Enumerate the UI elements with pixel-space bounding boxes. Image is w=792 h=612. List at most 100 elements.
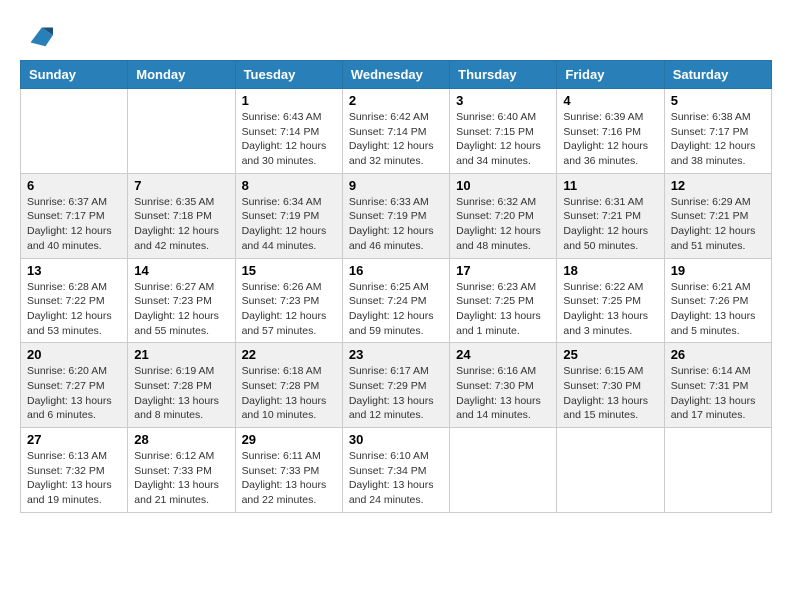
day-number: 16	[349, 263, 443, 278]
day-number: 9	[349, 178, 443, 193]
day-info: Sunrise: 6:17 AM Sunset: 7:29 PM Dayligh…	[349, 364, 443, 423]
day-number: 30	[349, 432, 443, 447]
header-monday: Monday	[128, 61, 235, 89]
day-info: Sunrise: 6:15 AM Sunset: 7:30 PM Dayligh…	[563, 364, 657, 423]
day-info: Sunrise: 6:20 AM Sunset: 7:27 PM Dayligh…	[27, 364, 121, 423]
header-friday: Friday	[557, 61, 664, 89]
calendar-cell	[450, 428, 557, 513]
calendar-cell: 2 Sunrise: 6:42 AM Sunset: 7:14 PM Daylig…	[342, 89, 449, 174]
day-number: 2	[349, 93, 443, 108]
day-number: 4	[563, 93, 657, 108]
day-number: 17	[456, 263, 550, 278]
day-number: 6	[27, 178, 121, 193]
calendar-table: SundayMondayTuesdayWednesdayThursdayFrid…	[20, 60, 772, 513]
day-info: Sunrise: 6:21 AM Sunset: 7:26 PM Dayligh…	[671, 280, 765, 339]
week-row-3: 13Sunrise: 6:28 AM Sunset: 7:22 PM Dayli…	[21, 258, 772, 343]
header-thursday: Thursday	[450, 61, 557, 89]
calendar-cell	[128, 89, 235, 174]
week-row-1: 1 Sunrise: 6:43 AM Sunset: 7:14 PM Daylig…	[21, 89, 772, 174]
day-number: 14	[134, 263, 228, 278]
day-info: Sunrise: 6:25 AM Sunset: 7:24 PM Dayligh…	[349, 280, 443, 339]
day-info: Sunrise: 6:37 AM Sunset: 7:17 PM Dayligh…	[27, 195, 121, 254]
header-row: SundayMondayTuesdayWednesdayThursdayFrid…	[21, 61, 772, 89]
calendar-cell: 18Sunrise: 6:22 AM Sunset: 7:25 PM Dayli…	[557, 258, 664, 343]
calendar-cell: 11Sunrise: 6:31 AM Sunset: 7:21 PM Dayli…	[557, 173, 664, 258]
day-info: Sunrise: 6:27 AM Sunset: 7:23 PM Dayligh…	[134, 280, 228, 339]
day-info: Sunrise: 6:39 AM Sunset: 7:16 PM Dayligh…	[563, 110, 657, 169]
calendar-cell: 24 Sunrise: 6:16 AM Sunset: 7:30 PM Dayli…	[450, 343, 557, 428]
calendar-cell: 22 Sunrise: 6:18 AM Sunset: 7:28 PM Dayli…	[235, 343, 342, 428]
calendar-cell: 28 Sunrise: 6:12 AM Sunset: 7:33 PM Dayli…	[128, 428, 235, 513]
day-info: Sunrise: 6:10 AM Sunset: 7:34 PM Dayligh…	[349, 449, 443, 508]
day-number: 10	[456, 178, 550, 193]
day-info: Sunrise: 6:38 AM Sunset: 7:17 PM Dayligh…	[671, 110, 765, 169]
day-info: Sunrise: 6:16 AM Sunset: 7:30 PM Dayligh…	[456, 364, 550, 423]
calendar-cell: 13Sunrise: 6:28 AM Sunset: 7:22 PM Dayli…	[21, 258, 128, 343]
day-number: 15	[242, 263, 336, 278]
calendar-cell: 9 Sunrise: 6:33 AM Sunset: 7:19 PM Daylig…	[342, 173, 449, 258]
header-sunday: Sunday	[21, 61, 128, 89]
day-number: 1	[242, 93, 336, 108]
day-info: Sunrise: 6:23 AM Sunset: 7:25 PM Dayligh…	[456, 280, 550, 339]
day-number: 29	[242, 432, 336, 447]
calendar-cell: 5 Sunrise: 6:38 AM Sunset: 7:17 PM Daylig…	[664, 89, 771, 174]
calendar-cell: 23 Sunrise: 6:17 AM Sunset: 7:29 PM Dayli…	[342, 343, 449, 428]
calendar-cell: 14 Sunrise: 6:27 AM Sunset: 7:23 PM Dayli…	[128, 258, 235, 343]
day-info: Sunrise: 6:29 AM Sunset: 7:21 PM Dayligh…	[671, 195, 765, 254]
header-saturday: Saturday	[664, 61, 771, 89]
calendar-cell: 1 Sunrise: 6:43 AM Sunset: 7:14 PM Daylig…	[235, 89, 342, 174]
calendar-cell	[664, 428, 771, 513]
calendar-cell: 29 Sunrise: 6:11 AM Sunset: 7:33 PM Dayli…	[235, 428, 342, 513]
day-number: 28	[134, 432, 228, 447]
day-number: 26	[671, 347, 765, 362]
logo	[20, 20, 53, 50]
day-number: 23	[349, 347, 443, 362]
day-info: Sunrise: 6:34 AM Sunset: 7:19 PM Dayligh…	[242, 195, 336, 254]
day-info: Sunrise: 6:13 AM Sunset: 7:32 PM Dayligh…	[27, 449, 121, 508]
week-row-5: 27 Sunrise: 6:13 AM Sunset: 7:32 PM Dayli…	[21, 428, 772, 513]
header-tuesday: Tuesday	[235, 61, 342, 89]
day-number: 3	[456, 93, 550, 108]
calendar-cell	[557, 428, 664, 513]
day-info: Sunrise: 6:32 AM Sunset: 7:20 PM Dayligh…	[456, 195, 550, 254]
calendar-cell: 27 Sunrise: 6:13 AM Sunset: 7:32 PM Dayli…	[21, 428, 128, 513]
day-number: 24	[456, 347, 550, 362]
day-info: Sunrise: 6:35 AM Sunset: 7:18 PM Dayligh…	[134, 195, 228, 254]
day-info: Sunrise: 6:12 AM Sunset: 7:33 PM Dayligh…	[134, 449, 228, 508]
calendar-cell: 6 Sunrise: 6:37 AM Sunset: 7:17 PM Daylig…	[21, 173, 128, 258]
day-number: 20	[27, 347, 121, 362]
header-wednesday: Wednesday	[342, 61, 449, 89]
day-number: 25	[563, 347, 657, 362]
day-number: 12	[671, 178, 765, 193]
day-number: 22	[242, 347, 336, 362]
day-info: Sunrise: 6:33 AM Sunset: 7:19 PM Dayligh…	[349, 195, 443, 254]
calendar-cell: 25 Sunrise: 6:15 AM Sunset: 7:30 PM Dayli…	[557, 343, 664, 428]
day-number: 27	[27, 432, 121, 447]
day-info: Sunrise: 6:18 AM Sunset: 7:28 PM Dayligh…	[242, 364, 336, 423]
day-info: Sunrise: 6:42 AM Sunset: 7:14 PM Dayligh…	[349, 110, 443, 169]
day-info: Sunrise: 6:14 AM Sunset: 7:31 PM Dayligh…	[671, 364, 765, 423]
calendar-cell: 15Sunrise: 6:26 AM Sunset: 7:23 PM Dayli…	[235, 258, 342, 343]
day-number: 13	[27, 263, 121, 278]
week-row-2: 6 Sunrise: 6:37 AM Sunset: 7:17 PM Daylig…	[21, 173, 772, 258]
calendar-cell: 30 Sunrise: 6:10 AM Sunset: 7:34 PM Dayli…	[342, 428, 449, 513]
calendar-cell	[21, 89, 128, 174]
day-number: 8	[242, 178, 336, 193]
day-info: Sunrise: 6:11 AM Sunset: 7:33 PM Dayligh…	[242, 449, 336, 508]
day-info: Sunrise: 6:19 AM Sunset: 7:28 PM Dayligh…	[134, 364, 228, 423]
day-number: 5	[671, 93, 765, 108]
logo-icon	[23, 20, 53, 50]
day-number: 19	[671, 263, 765, 278]
day-info: Sunrise: 6:22 AM Sunset: 7:25 PM Dayligh…	[563, 280, 657, 339]
day-number: 21	[134, 347, 228, 362]
calendar-cell: 7 Sunrise: 6:35 AM Sunset: 7:18 PM Daylig…	[128, 173, 235, 258]
calendar-cell: 20 Sunrise: 6:20 AM Sunset: 7:27 PM Dayli…	[21, 343, 128, 428]
calendar-cell: 19 Sunrise: 6:21 AM Sunset: 7:26 PM Dayli…	[664, 258, 771, 343]
day-info: Sunrise: 6:43 AM Sunset: 7:14 PM Dayligh…	[242, 110, 336, 169]
calendar-cell: 12 Sunrise: 6:29 AM Sunset: 7:21 PM Dayli…	[664, 173, 771, 258]
calendar-cell: 17 Sunrise: 6:23 AM Sunset: 7:25 PM Dayli…	[450, 258, 557, 343]
calendar-cell: 16 Sunrise: 6:25 AM Sunset: 7:24 PM Dayli…	[342, 258, 449, 343]
day-number: 7	[134, 178, 228, 193]
calendar-cell: 3Sunrise: 6:40 AM Sunset: 7:15 PM Daylig…	[450, 89, 557, 174]
calendar-cell: 8 Sunrise: 6:34 AM Sunset: 7:19 PM Daylig…	[235, 173, 342, 258]
